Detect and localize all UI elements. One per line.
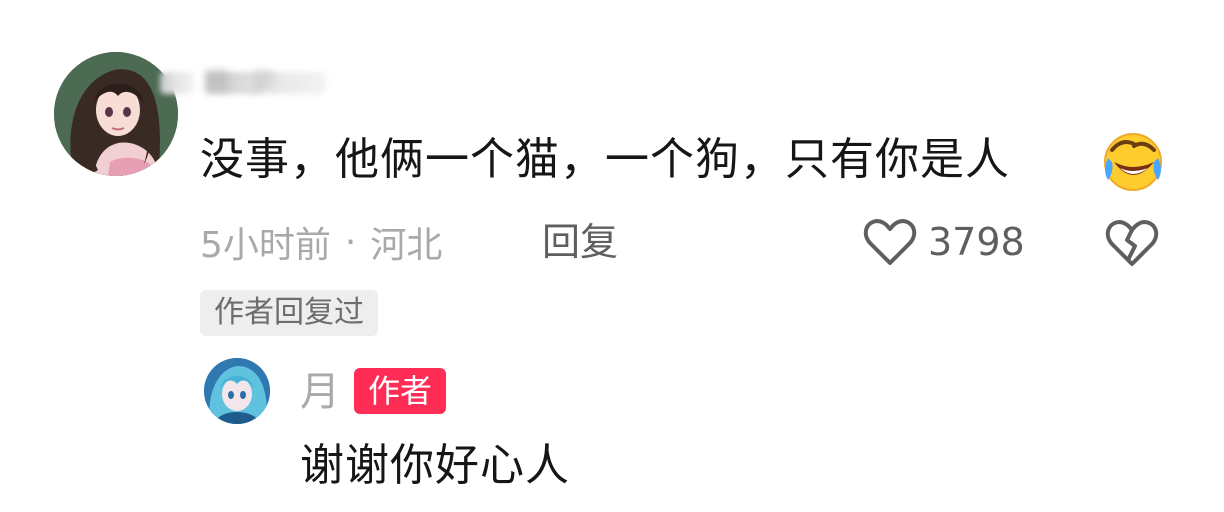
blur-mask <box>160 72 194 94</box>
comment-location: 河北 <box>370 225 443 266</box>
reply-text: 谢谢你好心人 <box>300 440 570 491</box>
reply-avatar[interactable] <box>204 358 270 424</box>
comment-meta: 5小时前 · 河北 <box>200 216 442 268</box>
broken-heart-outline-icon[interactable] <box>1104 216 1160 268</box>
like-count: 3798 <box>928 220 1025 264</box>
heart-outline-icon <box>863 219 917 265</box>
blurred-name-text: 陳 屰 <box>204 68 283 98</box>
reply-button[interactable]: 回复 <box>542 216 618 268</box>
anime-avatar-image <box>204 358 270 424</box>
like-button[interactable]: 3798 <box>862 214 1025 270</box>
comment-text: 没事，他俩一个猫，一个狗，只有你是人 <box>200 134 1010 185</box>
rolling-on-floor-laughing-emoji-icon <box>1104 133 1162 191</box>
author-tag: 作者 <box>354 368 447 414</box>
commenter-username-blurred[interactable]: 陳 屰 <box>160 58 400 108</box>
comment-thread: 陳 屰 没事，他俩一个猫，一个狗，只有你是人 5小时前 · 河北 回复 3798… <box>0 0 1224 512</box>
author-replied-badge[interactable]: 作者回复过 <box>200 290 378 336</box>
comment-time: 5小时前 <box>200 225 331 266</box>
reply-username[interactable]: 月 <box>300 364 340 420</box>
meta-separator: · <box>344 221 357 263</box>
